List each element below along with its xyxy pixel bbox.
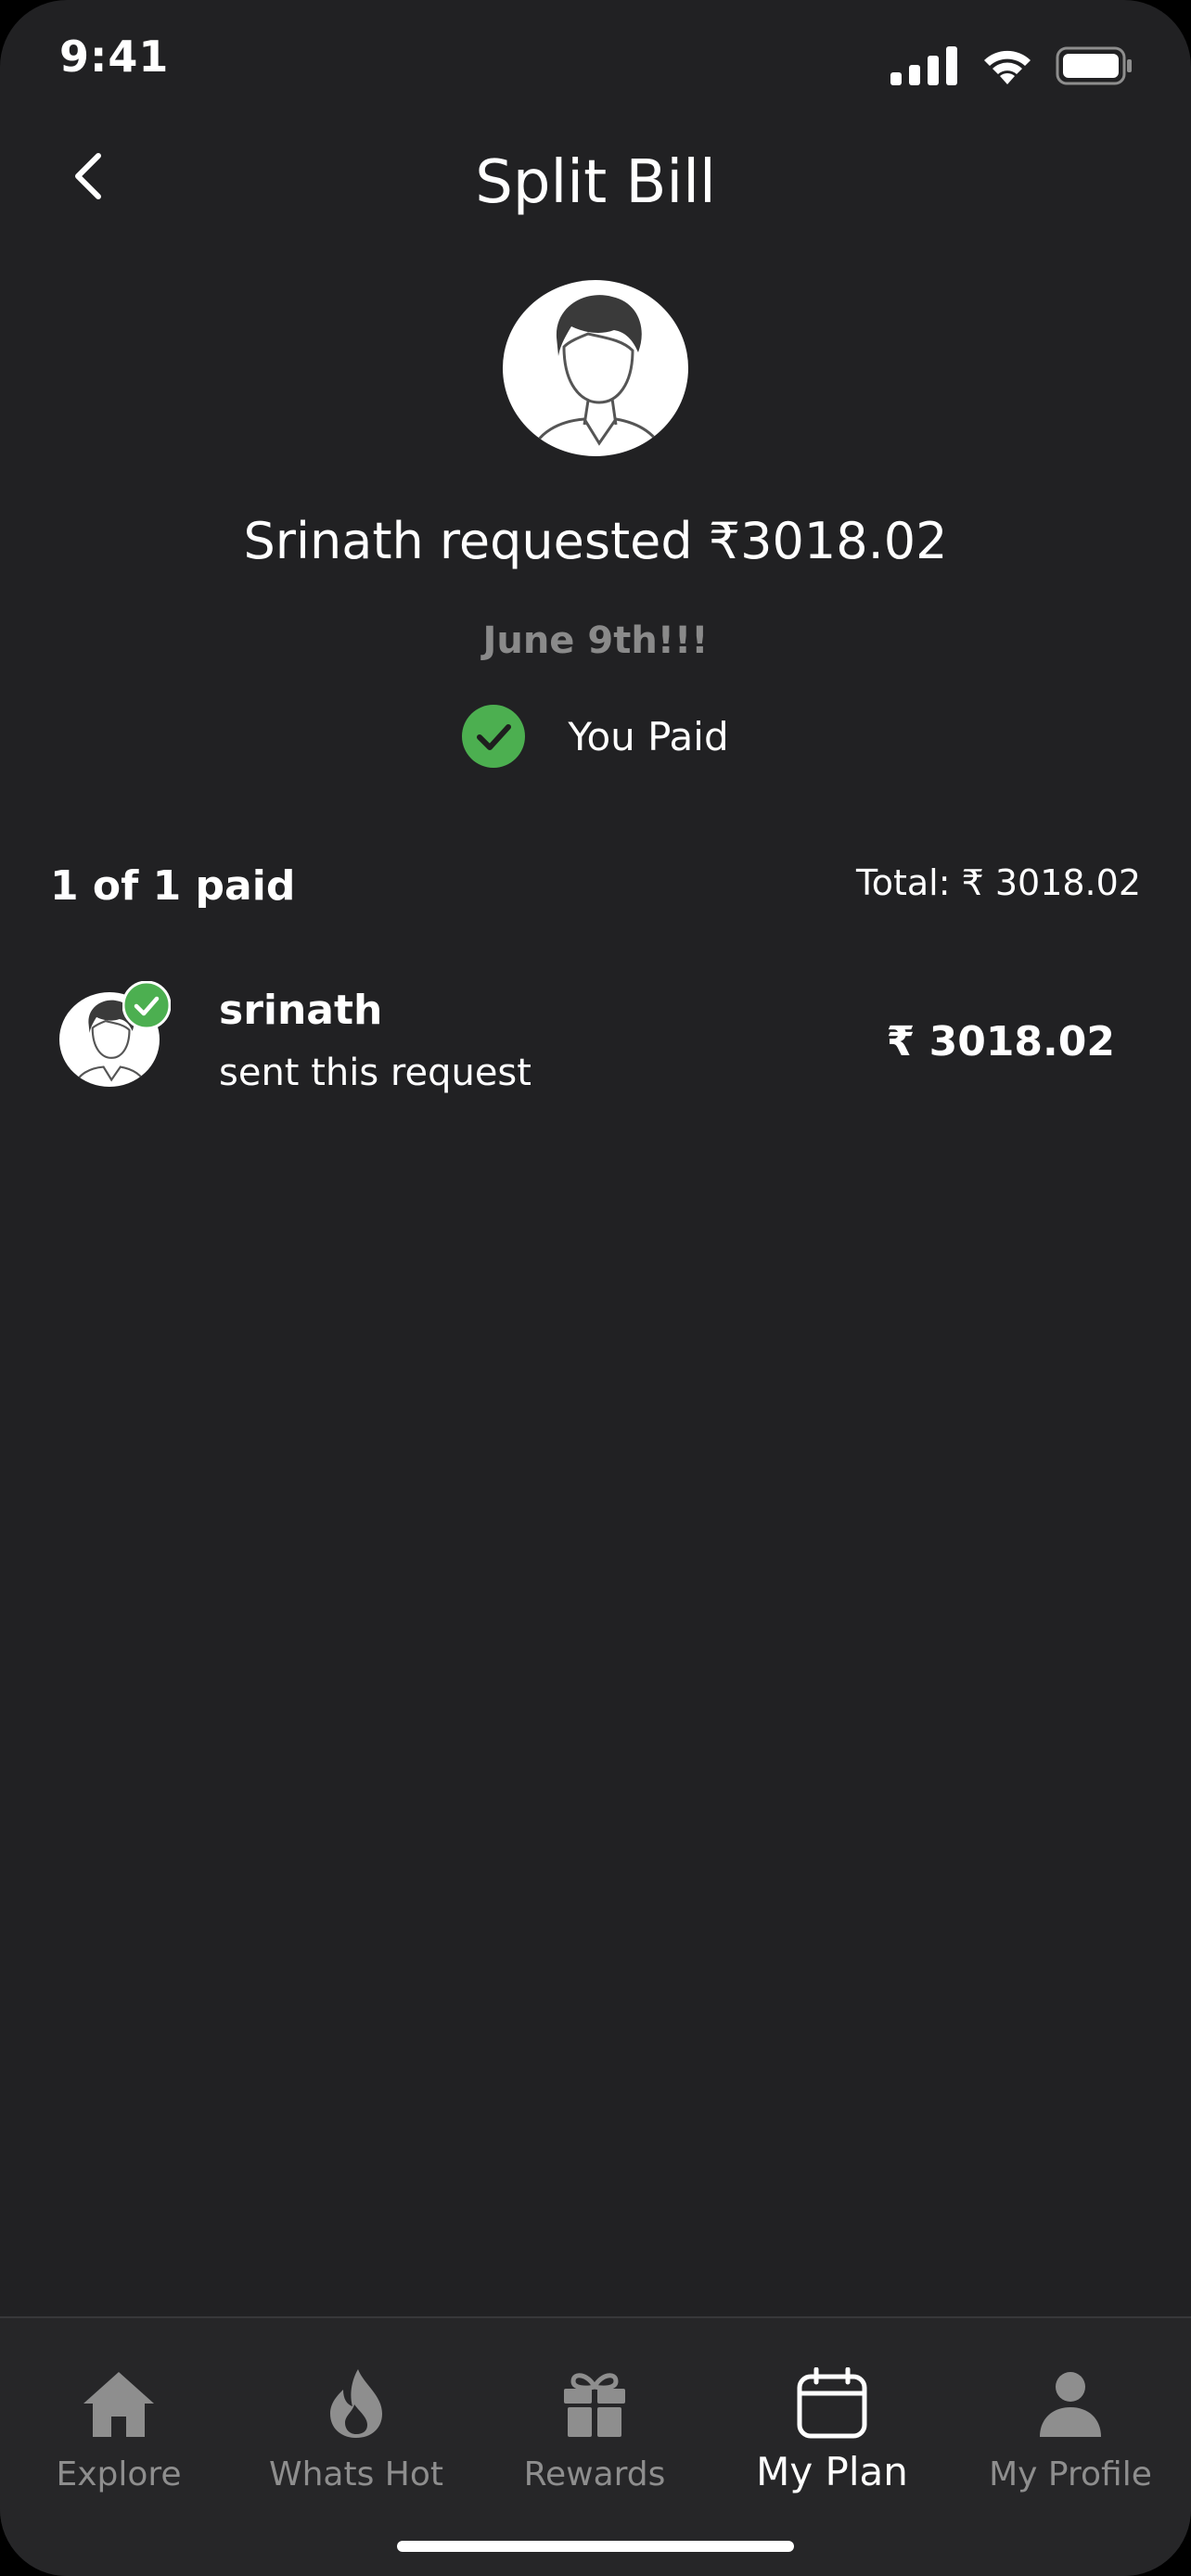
status-time: 9:41 [59, 32, 170, 82]
home-indicator [397, 2541, 794, 2552]
status-icons [890, 43, 1133, 89]
nav-label-my-plan: My Plan [756, 2449, 908, 2494]
signal-icon [890, 46, 957, 85]
nav-item-whats-hot[interactable]: Whats Hot [237, 2365, 475, 2494]
nav-item-rewards[interactable]: Rewards [476, 2365, 713, 2494]
request-note: June 9th!!! [482, 619, 709, 662]
calendar-icon [797, 2366, 867, 2438]
participant-name: srinath [219, 987, 383, 1034]
total-amount: Total: ₹ 3018.02 [855, 862, 1141, 903]
nav-label-explore: Explore [56, 2455, 182, 2493]
nav-label-my-profile: My Profile [989, 2455, 1152, 2493]
nav-item-explore[interactable]: Explore [0, 2365, 237, 2494]
person-sketch-image [529, 295, 666, 456]
page-title: Split Bill [475, 148, 716, 217]
nav-item-my-profile[interactable]: My Profile [952, 2365, 1189, 2494]
check-circle-icon [462, 705, 526, 768]
request-amount-text: Srinath requested ₹3018.02 [243, 512, 948, 570]
nav-label-rewards: Rewards [523, 2455, 666, 2493]
person-icon [1040, 2372, 1101, 2437]
paid-count: 1 of 1 paid [50, 862, 296, 910]
split-bill-screen: 9:41 Split Bill Srinath requested ₹3018.… [0, 0, 1191, 2576]
payment-status-label: You Paid [568, 713, 729, 759]
participant-amount: ₹ 3018.02 [886, 1018, 1115, 1065]
wifi-icon [984, 50, 1031, 84]
nav-label-whats-hot: Whats Hot [269, 2455, 443, 2493]
bottom-nav: Explore Whats Hot Rewards My Plan My Pro… [0, 2316, 1191, 2576]
home-icon [83, 2372, 154, 2437]
gift-icon [564, 2373, 625, 2437]
requester-avatar [503, 280, 688, 456]
check-circle-icon [122, 981, 171, 1029]
nav-item-my-plan[interactable]: My Plan [713, 2365, 951, 2494]
flame-icon [330, 2369, 382, 2438]
participant-subtitle: sent this request [219, 1052, 531, 1094]
payment-status: You Paid [0, 705, 1191, 768]
battery-icon [1056, 46, 1132, 85]
